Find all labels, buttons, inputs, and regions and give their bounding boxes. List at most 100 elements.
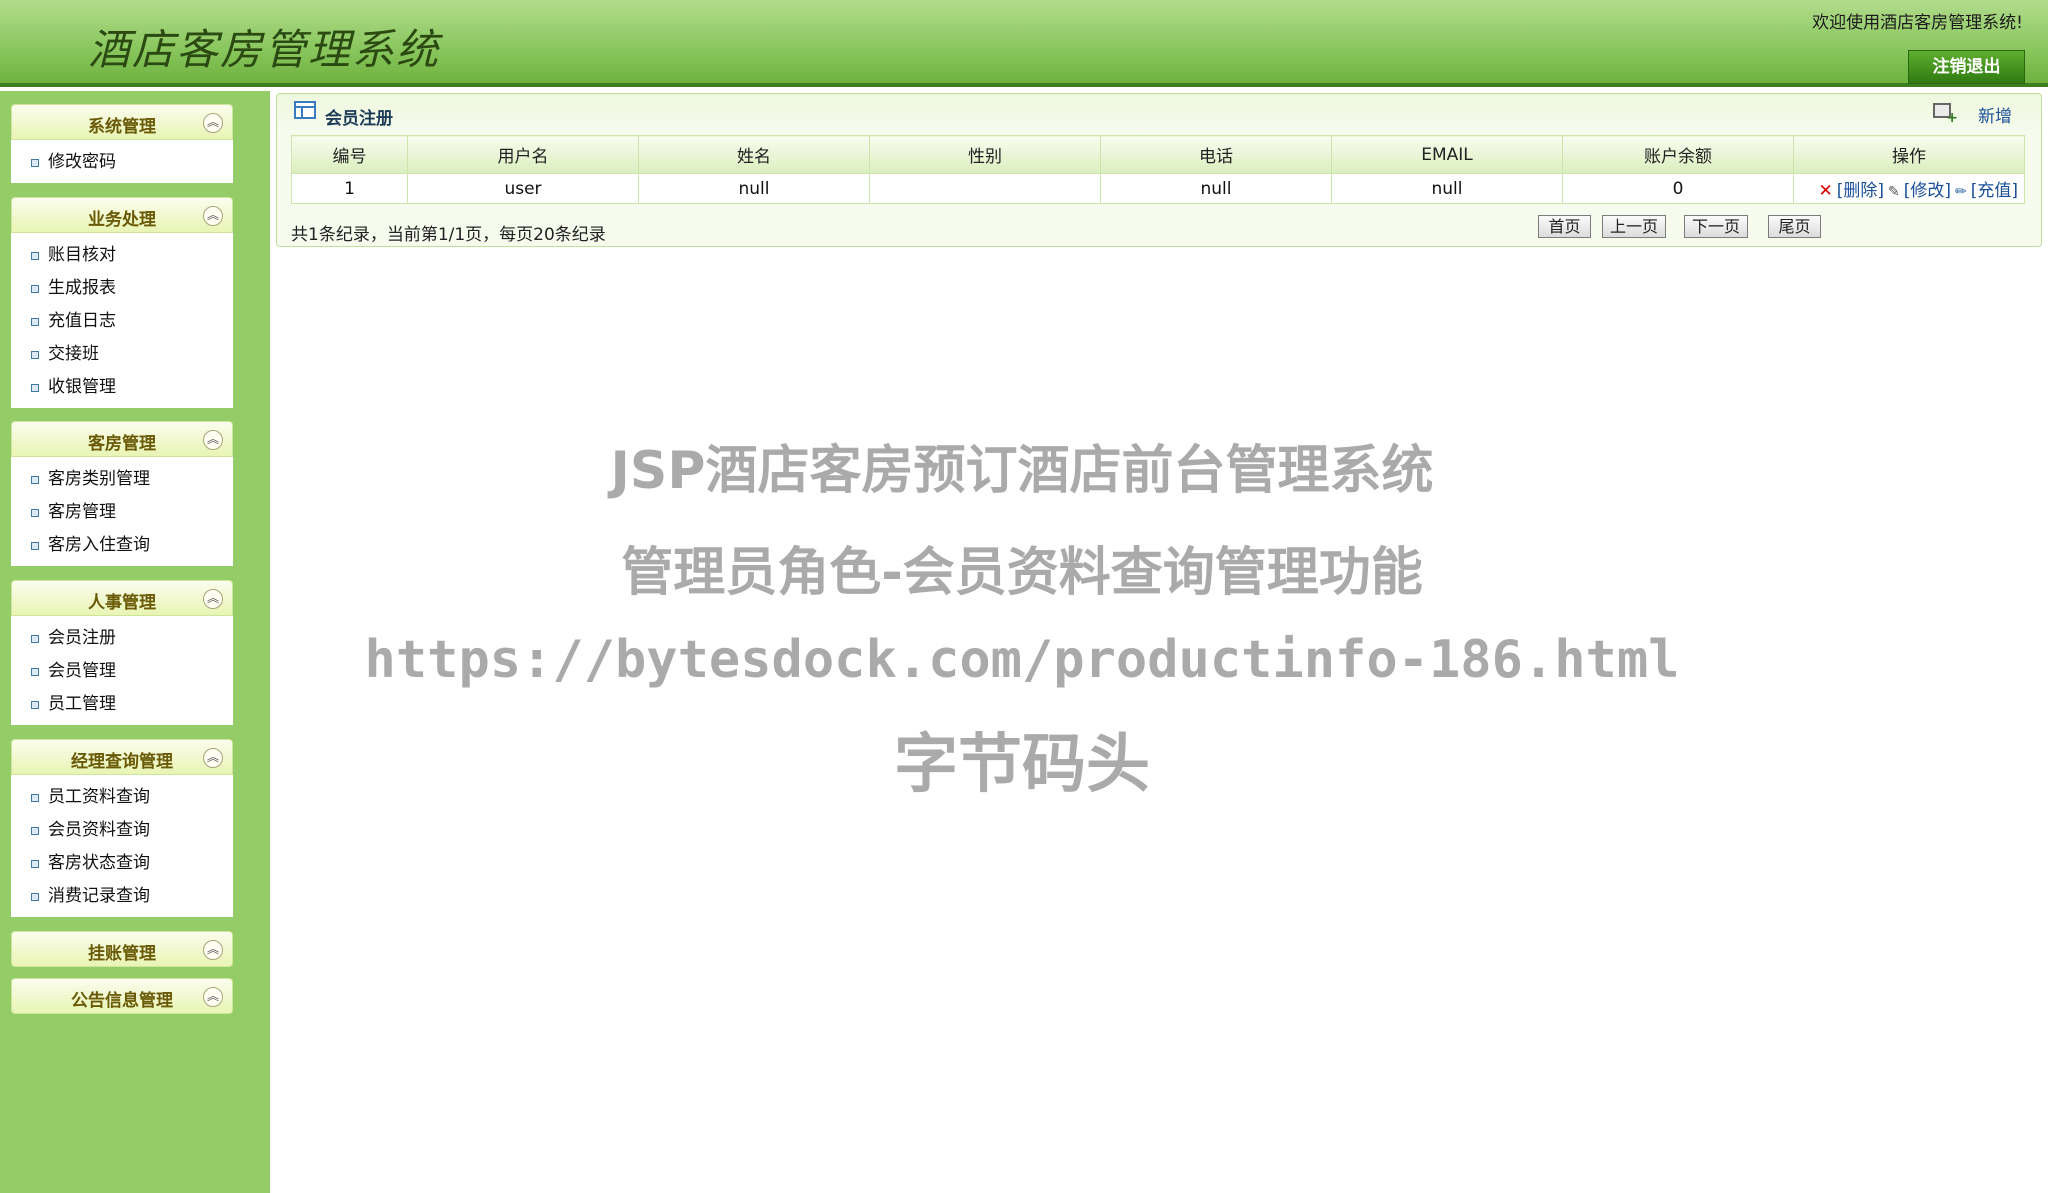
menu-group-notice: 公告信息管理 ︽ [11, 978, 233, 1014]
pencil-icon[interactable]: ✏ [1955, 184, 1967, 200]
sidebar-item-member-query[interactable]: 会员资料查询 [11, 814, 233, 847]
sidebar-item-consumption-query[interactable]: 消费记录查询 [11, 880, 233, 913]
cell-username: user [407, 173, 639, 204]
sidebar-item-label: 账目核对 [48, 245, 116, 265]
bullet-icon [31, 252, 39, 260]
bullet-icon [31, 701, 39, 709]
cell-id: 1 [291, 173, 408, 204]
menu-body: 员工资料查询 会员资料查询 客房状态查询 消费记录查询 [11, 775, 233, 917]
column-header-email: EMAIL [1331, 135, 1563, 174]
watermark-subtitle: 管理员角色-会员资料查询管理功能 [621, 543, 1423, 603]
last-page-button[interactable]: 尾页 [1768, 215, 1821, 238]
sidebar-item-account-check[interactable]: 账目核对 [11, 239, 233, 272]
sidebar-item-label: 消费记录查询 [48, 886, 150, 906]
menu-head-manager-query[interactable]: 经理查询管理 ︽ [11, 739, 233, 775]
watermark-title: JSP酒店客房预订酒店前台管理系统 [610, 441, 1434, 501]
sidebar-item-room-types[interactable]: 客房类别管理 [11, 463, 233, 496]
bullet-icon [31, 159, 39, 167]
table-row: 1 user null null null 0 ✕ [删除] ✎ [修改] ✏ [充值] [291, 173, 2025, 204]
sidebar-item-label: 会员管理 [48, 661, 116, 681]
menu-head-notice[interactable]: 公告信息管理 ︽ [11, 978, 233, 1014]
sidebar-item-member-manage[interactable]: 会员管理 [11, 655, 233, 688]
sidebar: 系统管理 ︽ 修改密码 业务处理 ︽ 账目核对 生成报表 充值日志 交接班 收银… [0, 91, 270, 1193]
cell-balance: 0 [1562, 173, 1794, 204]
menu-head-label: 客房管理 [88, 434, 156, 454]
sidebar-item-label: 充值日志 [48, 311, 116, 331]
add-new-link[interactable]: 新增 [1978, 102, 2012, 127]
sidebar-item-shift[interactable]: 交接班 [11, 338, 233, 371]
delete-icon[interactable]: ✕ [1818, 181, 1832, 201]
sidebar-item-label: 客房入住查询 [48, 535, 150, 555]
delete-link[interactable]: [删除] [1837, 181, 1884, 201]
sidebar-item-label: 修改密码 [48, 152, 116, 172]
recharge-link[interactable]: [充值] [1971, 181, 2018, 201]
menu-head-rooms[interactable]: 客房管理 ︽ [11, 421, 233, 457]
menu-group-credit: 挂账管理 ︽ [11, 931, 233, 967]
header-bar: 酒店客房管理系统 欢迎使用酒店客房管理系统! 注销退出 [0, 0, 2048, 87]
cell-ops: ✕ [删除] ✎ [修改] ✏ [充值] [1793, 173, 2025, 204]
bullet-icon [31, 860, 39, 868]
cell-phone: null [1100, 173, 1332, 204]
collapse-icon[interactable]: ︽ [203, 748, 223, 768]
menu-body: 修改密码 [11, 140, 233, 183]
sidebar-item-room-manage[interactable]: 客房管理 [11, 496, 233, 529]
menu-group-rooms: 客房管理 ︽ 客房类别管理 客房管理 客房入住查询 [11, 421, 233, 566]
next-page-button[interactable]: 下一页 [1684, 215, 1748, 238]
sidebar-item-checkin-query[interactable]: 客房入住查询 [11, 529, 233, 562]
menu-head-system[interactable]: 系统管理 ︽ [11, 104, 233, 140]
sidebar-item-change-password[interactable]: 修改密码 [11, 146, 233, 179]
prev-page-button[interactable]: 上一页 [1602, 215, 1666, 238]
collapse-icon[interactable]: ︽ [203, 987, 223, 1007]
menu-head-hr[interactable]: 人事管理 ︽ [11, 580, 233, 616]
menu-body: 客房类别管理 客房管理 客房入住查询 [11, 457, 233, 566]
column-header-name: 姓名 [638, 135, 870, 174]
bullet-icon [31, 542, 39, 550]
sidebar-item-member-register[interactable]: 会员注册 [11, 622, 233, 655]
bullet-icon [31, 827, 39, 835]
edit-link[interactable]: [修改] [1904, 181, 1951, 201]
menu-head-business[interactable]: 业务处理 ︽ [11, 197, 233, 233]
cell-name: null [638, 173, 870, 204]
collapse-icon[interactable]: ︽ [203, 113, 223, 133]
column-header-ops: 操作 [1793, 135, 2025, 174]
menu-head-label: 公告信息管理 [71, 991, 173, 1011]
sidebar-item-staff-manage[interactable]: 员工管理 [11, 688, 233, 721]
menu-head-label: 业务处理 [88, 210, 156, 230]
bullet-icon [31, 509, 39, 517]
collapse-icon[interactable]: ︽ [203, 430, 223, 450]
menu-group-system: 系统管理 ︽ 修改密码 [11, 104, 233, 183]
column-header-gender: 性别 [869, 135, 1101, 174]
collapse-icon[interactable]: ︽ [203, 589, 223, 609]
sidebar-item-label: 收银管理 [48, 377, 116, 397]
menu-body: 账目核对 生成报表 充值日志 交接班 收银管理 [11, 233, 233, 408]
bullet-icon [31, 318, 39, 326]
sidebar-item-report[interactable]: 生成报表 [11, 272, 233, 305]
menu-body: 会员注册 会员管理 员工管理 [11, 616, 233, 725]
logout-button[interactable]: 注销退出 [1908, 50, 2025, 84]
sidebar-item-label: 客房管理 [48, 502, 116, 522]
bullet-icon [31, 893, 39, 901]
sidebar-item-label: 会员资料查询 [48, 820, 150, 840]
bullet-icon [31, 635, 39, 643]
sidebar-item-label: 会员注册 [48, 628, 116, 648]
sidebar-item-label: 交接班 [48, 344, 99, 364]
bullet-icon [31, 794, 39, 802]
menu-head-credit[interactable]: 挂账管理 ︽ [11, 931, 233, 967]
bullet-icon [31, 668, 39, 676]
collapse-icon[interactable]: ︽ [203, 206, 223, 226]
sidebar-item-cashier[interactable]: 收银管理 [11, 371, 233, 404]
first-page-button[interactable]: 首页 [1538, 215, 1591, 238]
cell-gender [869, 173, 1101, 204]
bullet-icon [31, 285, 39, 293]
edit-icon[interactable]: ✎ [1888, 184, 1900, 200]
collapse-icon[interactable]: ︽ [203, 940, 223, 960]
column-header-balance: 账户余额 [1562, 135, 1794, 174]
sidebar-item-label: 员工资料查询 [48, 787, 150, 807]
add-icon[interactable] [1933, 103, 1958, 126]
column-header-id: 编号 [291, 135, 408, 174]
sidebar-item-room-status-query[interactable]: 客房状态查询 [11, 847, 233, 880]
table-header-row: 编号 用户名 姓名 性别 电话 EMAIL 账户余额 操作 [291, 135, 2025, 174]
sidebar-item-recharge-log[interactable]: 充值日志 [11, 305, 233, 338]
sidebar-item-staff-query[interactable]: 员工资料查询 [11, 781, 233, 814]
panel-title: 会员注册 [325, 109, 393, 129]
